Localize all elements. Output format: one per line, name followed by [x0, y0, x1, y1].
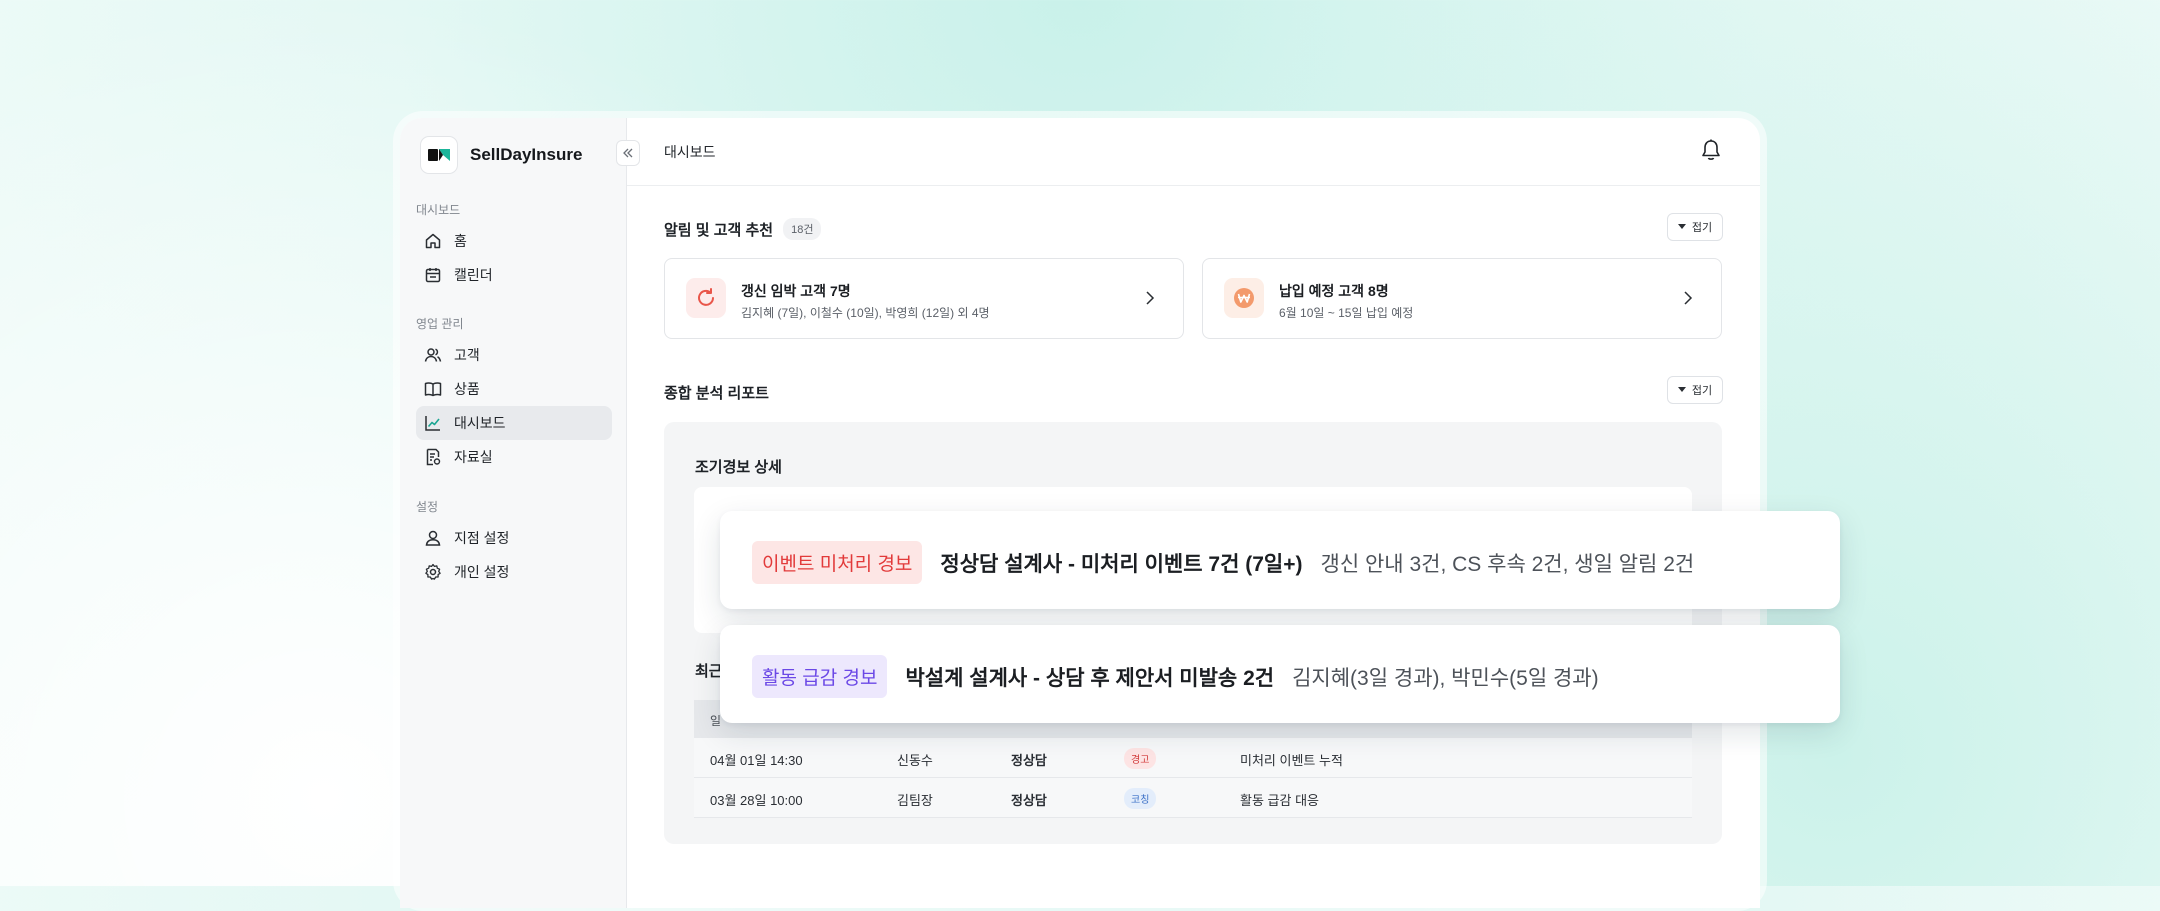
sidebar-section-settings: 설정: [416, 500, 439, 514]
alerts-fold-button[interactable]: 접기: [1667, 213, 1723, 241]
sidebar-item-label: 지점 설정: [454, 530, 510, 546]
sidebar-item-label: 캘린더: [454, 267, 493, 283]
won-icon: [1234, 288, 1254, 308]
floating-alert-activity[interactable]: 활동 급감 경보 박설계 설계사 - 상담 후 제안서 미발송 2건 김지혜(3…: [720, 625, 1840, 723]
home-icon: [425, 233, 441, 249]
floating-alert-main: 정상담 설계사 - 미처리 이벤트 7건 (7일+): [940, 552, 1303, 576]
table-header-cell: 일: [710, 714, 722, 728]
alert-subtitle: 6월 10일 ~ 15일 납입 예정: [1279, 306, 1414, 320]
cell-note: 미처리 이벤트 누적: [1240, 753, 1343, 768]
floating-alert-detail: 김지혜(3일 경과), 박민수(5일 경과): [1292, 666, 1599, 690]
sidebar-item-label: 자료실: [454, 449, 493, 465]
sidebar-item-library[interactable]: 자료실: [416, 440, 612, 474]
cell-manager: 신동수: [897, 753, 933, 768]
cell-type: 정상담: [1011, 753, 1047, 768]
sidebar-item-dashboard[interactable]: 대시보드: [416, 406, 612, 440]
alert-title: 갱신 임박 고객 7명: [741, 283, 851, 299]
chart-icon: [425, 416, 440, 431]
notification-button[interactable]: [1700, 138, 1722, 167]
alert-icon-box: [1224, 278, 1264, 318]
refresh-icon: [698, 288, 714, 306]
chevron-right-icon: [1146, 291, 1155, 305]
cell-type: 정상담: [1011, 793, 1047, 808]
bell-icon: [1702, 139, 1720, 160]
sidebar-section-sales: 영업 관리: [416, 317, 464, 331]
fold-label: 접기: [1691, 222, 1713, 234]
alerts-section-title: 알림 및 고객 추천: [664, 221, 774, 239]
sidebar-item-label: 개인 설정: [454, 564, 510, 580]
brand-name: SellDayInsure: [470, 145, 583, 164]
user-icon: [425, 530, 441, 546]
alert-card-renewal[interactable]: 갱신 임박 고객 7명 김지혜 (7일), 이철수 (10일), 박영희 (12…: [664, 258, 1184, 339]
chevron-right-icon: [1684, 291, 1693, 305]
book-icon: [424, 382, 442, 397]
floating-alert-event[interactable]: 이벤트 미처리 경보 정상담 설계사 - 미처리 이벤트 7건 (7일+) 갱신…: [720, 511, 1840, 609]
gear-icon: [425, 563, 441, 580]
cell-manager: 김팀장: [897, 793, 933, 808]
cell-datetime: 03월 28일 10:00: [710, 793, 803, 808]
calendar-icon: [425, 268, 441, 283]
document-icon: [426, 448, 441, 466]
cell-tag: 경고: [1124, 748, 1157, 769]
sidebar-item-label: 대시보드: [454, 415, 506, 431]
top-bar: 대시보드: [627, 118, 1760, 186]
report-section-header: 종합 분석 리포트: [664, 382, 769, 403]
page-title: 대시보드: [664, 144, 716, 160]
sidebar-item-customers[interactable]: 고객: [416, 338, 612, 372]
alert-icon-box: [686, 278, 726, 318]
cell-datetime: 04월 01일 14:30: [710, 753, 803, 768]
warning-badge: 경고: [1124, 748, 1157, 769]
table-row[interactable]: 04월 01일 14:30 신동수 정상담 경고 미처리 이벤트 누적: [694, 738, 1692, 778]
report-fold-button[interactable]: 접기: [1667, 376, 1723, 404]
sidebar-item-calendar[interactable]: 캘린더: [416, 258, 612, 292]
table-row[interactable]: 03월 28일 10:00 김팀장 정상담 코칭 활동 급감 대응: [694, 778, 1692, 818]
cell-note: 활동 급감 대응: [1240, 793, 1319, 808]
brand[interactable]: SellDayInsure: [420, 136, 582, 174]
early-warning-title: 조기경보 상세: [695, 459, 782, 476]
cell-tag: 코칭: [1124, 788, 1157, 809]
alert-title: 납입 예정 고객 8명: [1279, 283, 1389, 299]
sidebar-item-label: 홈: [454, 233, 467, 249]
sidebar-section-dashboard: 대시보드: [416, 203, 461, 217]
sidebar-item-products[interactable]: 상품: [416, 372, 612, 406]
floating-alert-detail: 갱신 안내 3건, CS 후속 2건, 생일 알림 2건: [1320, 552, 1695, 576]
sidebar-item-label: 고객: [454, 347, 480, 363]
recent-history-title: 최근: [695, 663, 723, 680]
sidebar-item-home[interactable]: 홈: [416, 224, 612, 258]
users-icon: [424, 348, 442, 362]
coaching-badge: 코칭: [1124, 788, 1157, 809]
alert-subtitle: 김지혜 (7일), 이철수 (10일), 박영희 (12일) 외 4명: [741, 306, 990, 320]
logo-icon: [420, 136, 458, 174]
sidebar-collapse-button[interactable]: [616, 140, 640, 166]
double-chevron-left-icon: [623, 148, 633, 158]
fold-label: 접기: [1691, 385, 1713, 397]
activity-drop-badge: 활동 급감 경보: [752, 655, 888, 698]
floating-alert-main: 박설계 설계사 - 상담 후 제안서 미발송 2건: [905, 666, 1275, 690]
caret-down-icon: [1677, 387, 1686, 392]
sidebar-item-personal-settings[interactable]: 개인 설정: [416, 555, 612, 589]
alerts-section-header: 알림 및 고객 추천 18건: [664, 218, 822, 240]
sidebar-item-branch-settings[interactable]: 지점 설정: [416, 521, 612, 555]
alert-card-payment[interactable]: 납입 예정 고객 8명 6월 10일 ~ 15일 납입 예정: [1202, 258, 1722, 339]
sidebar-item-label: 상품: [454, 381, 480, 397]
event-unprocessed-badge: 이벤트 미처리 경보: [752, 541, 923, 584]
sidebar: SellDayInsure 대시보드 홈 캘린더 영업 관리 고객 상품 대시보…: [400, 118, 640, 908]
report-section-title: 종합 분석 리포트: [664, 385, 769, 402]
caret-down-icon: [1677, 224, 1686, 229]
alerts-count-badge: 18건: [783, 218, 822, 240]
